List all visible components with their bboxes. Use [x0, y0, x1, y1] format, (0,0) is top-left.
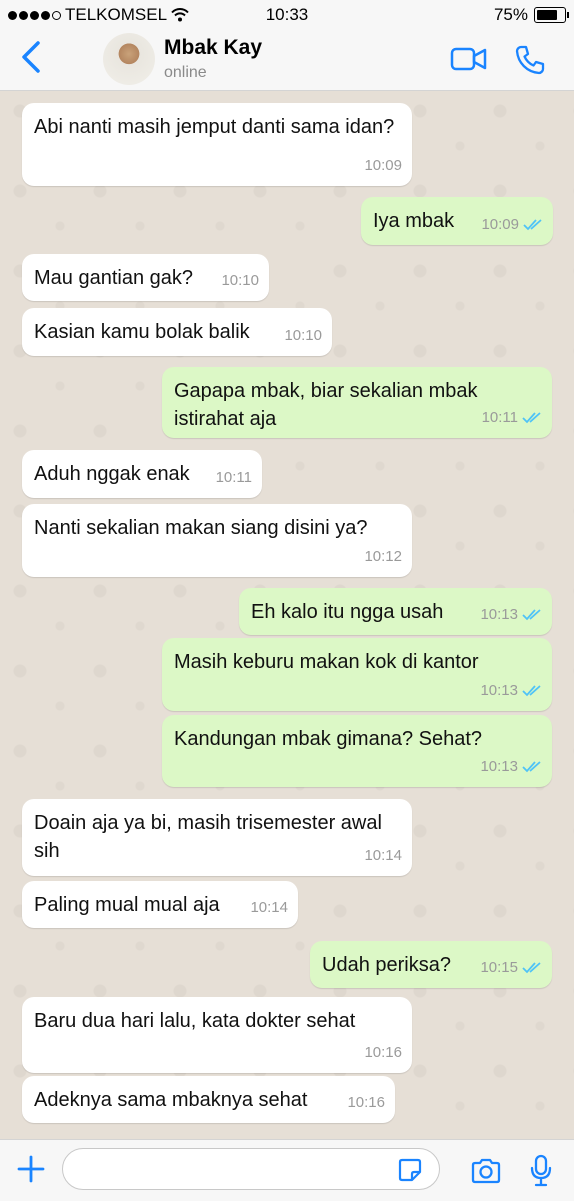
- message-bubble-incoming[interactable]: Paling mual mual aja 10:14: [22, 881, 298, 928]
- message-time: 10:13: [480, 758, 518, 775]
- message-bubble-incoming[interactable]: Mau gantian gak? 10:10: [22, 254, 269, 301]
- message-bubble-incoming[interactable]: Baru dua hari lalu, kata dokter sehat 10…: [22, 997, 412, 1073]
- message-time: 10:09: [364, 157, 402, 174]
- message-time: 10:09: [481, 216, 519, 233]
- phone-icon[interactable]: [514, 44, 546, 76]
- message-bubble-incoming[interactable]: Kasian kamu bolak balik 10:10: [22, 308, 332, 356]
- message-time: 10:16: [347, 1094, 385, 1111]
- contact-status: online: [164, 64, 207, 81]
- message-text: Paling mual mual aja: [34, 894, 220, 916]
- message-text: Kandungan mbak gimana? Sehat?: [174, 728, 483, 750]
- message-time: 10:10: [221, 272, 259, 289]
- message-text: Kasian kamu bolak balik: [34, 321, 250, 343]
- message-input[interactable]: [62, 1148, 440, 1190]
- message-time: 10:16: [364, 1044, 402, 1061]
- message-bubble-incoming[interactable]: Nanti sekalian makan siang disini ya? 10…: [22, 504, 412, 577]
- message-bubble-outgoing[interactable]: Kandungan mbak gimana? Sehat? 10:13: [162, 715, 552, 787]
- sticker-icon[interactable]: [398, 1158, 422, 1182]
- message-bubble-outgoing[interactable]: Eh kalo itu ngga usah 10:13: [239, 588, 552, 635]
- message-text: Nanti sekalian makan siang disini ya?: [34, 517, 368, 539]
- message-time: 10:14: [250, 899, 288, 916]
- double-check-icon: [522, 962, 541, 974]
- avatar[interactable]: [103, 33, 155, 85]
- message-text: Masih keburu makan kok di kantor: [174, 651, 479, 673]
- chat-area[interactable]: Abi nanti masih jemput danti sama idan? …: [0, 91, 574, 1139]
- message-bubble-outgoing[interactable]: Gapapa mbak, biar sekalian mbak istiraha…: [162, 367, 552, 438]
- video-camera-icon[interactable]: [450, 46, 488, 72]
- message-time: 10:11: [215, 469, 252, 486]
- message-bubble-incoming[interactable]: Aduh nggak enak 10:11: [22, 450, 262, 498]
- battery-icon: [534, 7, 569, 23]
- message-bubble-incoming[interactable]: Abi nanti masih jemput danti sama idan? …: [22, 103, 412, 186]
- double-check-icon: [523, 219, 542, 231]
- battery-percentage: 75%: [493, 5, 528, 24]
- clock: 10:33: [265, 5, 309, 24]
- message-time: 10:11: [481, 409, 518, 426]
- battery-status: 75%: [493, 5, 569, 25]
- message-time: 10:13: [480, 682, 518, 699]
- message-time: 10:14: [364, 847, 402, 864]
- message-bubble-outgoing[interactable]: Udah periksa? 10:15: [310, 941, 552, 988]
- message-time: 10:10: [284, 327, 322, 344]
- chat-header: Mbak Kay online: [0, 30, 574, 91]
- message-bubble-outgoing[interactable]: Masih keburu makan kok di kantor 10:13: [162, 638, 552, 711]
- double-check-icon: [522, 761, 541, 773]
- message-text: Adeknya sama mbaknya sehat: [34, 1089, 308, 1111]
- chevron-left-icon[interactable]: [18, 40, 44, 74]
- double-check-icon: [522, 412, 541, 424]
- message-input-bar: [0, 1139, 574, 1201]
- plus-icon[interactable]: [16, 1154, 46, 1184]
- camera-icon[interactable]: [470, 1157, 502, 1185]
- status-bar: TELKOMSEL 10:33 75%: [0, 0, 574, 30]
- message-time: 10:15: [480, 959, 518, 976]
- microphone-icon[interactable]: [530, 1154, 552, 1188]
- message-time: 10:13: [480, 606, 518, 623]
- message-text: Doain aja ya bi, masih trisemester awal …: [34, 812, 382, 862]
- message-text: Abi nanti masih jemput danti sama idan?: [34, 116, 395, 138]
- message-text: Baru dua hari lalu, kata dokter sehat: [34, 1010, 356, 1032]
- message-bubble-outgoing[interactable]: Iya mbak 10:09: [361, 197, 553, 245]
- double-check-icon: [522, 609, 541, 621]
- contact-name[interactable]: Mbak Kay: [164, 36, 262, 60]
- double-check-icon: [522, 685, 541, 697]
- message-time: 10:12: [364, 548, 402, 565]
- message-bubble-incoming[interactable]: Doain aja ya bi, masih trisemester awal …: [22, 799, 412, 876]
- message-bubble-incoming[interactable]: Adeknya sama mbaknya sehat 10:16: [22, 1076, 395, 1123]
